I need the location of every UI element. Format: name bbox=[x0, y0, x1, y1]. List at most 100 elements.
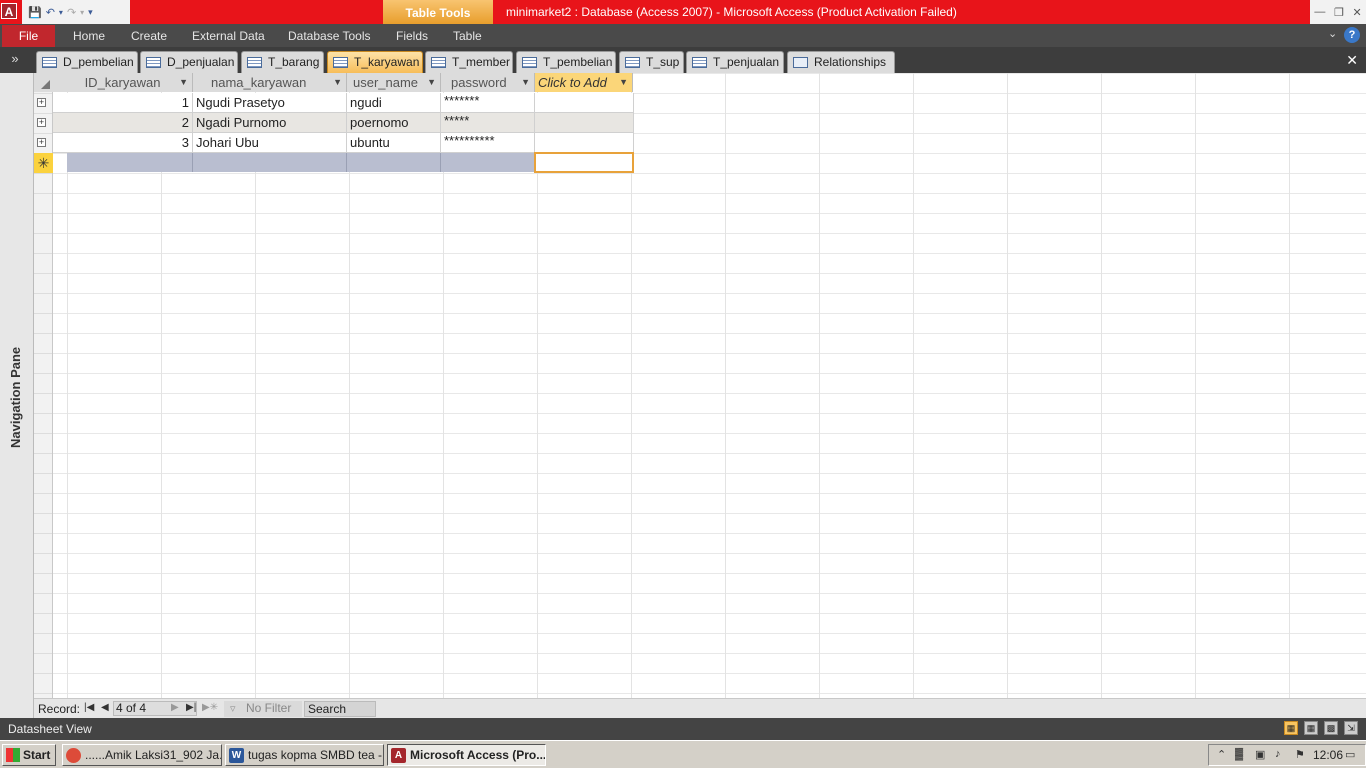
close-icon[interactable]: ✕ bbox=[1352, 6, 1361, 19]
expand-subdatasheet-icon[interactable]: + bbox=[37, 138, 46, 147]
close-object-icon[interactable]: ✕ bbox=[1346, 52, 1358, 69]
cell-nama[interactable]: Ngudi Prasetyo bbox=[193, 93, 347, 113]
undo-icon[interactable]: ↶ bbox=[46, 6, 55, 19]
tab-label: T_pembelian bbox=[543, 55, 613, 69]
customize-qat-icon[interactable]: ▾ bbox=[88, 7, 93, 18]
battery-icon[interactable]: ▣ bbox=[1255, 748, 1265, 761]
cell-id[interactable]: 3 bbox=[53, 133, 193, 153]
window-controls: — ❐ ✕ bbox=[1310, 0, 1366, 24]
tab-d-pembelian[interactable]: D_pembelian bbox=[36, 51, 138, 73]
previous-record-icon[interactable]: ◀ bbox=[101, 702, 109, 713]
dropdown-arrow-icon[interactable]: ▼ bbox=[427, 73, 436, 92]
tab-table[interactable]: Table bbox=[453, 29, 482, 43]
tab-t-sup[interactable]: T_sup bbox=[619, 51, 684, 73]
expand-subdatasheet-icon[interactable]: + bbox=[37, 98, 46, 107]
new-record-cells[interactable] bbox=[67, 153, 534, 172]
tab-t-karyawan[interactable]: T_karyawan bbox=[327, 51, 423, 73]
tab-external-data[interactable]: External Data bbox=[192, 29, 265, 43]
tab-home[interactable]: Home bbox=[73, 29, 105, 43]
redo-dropdown-icon[interactable]: ▾ bbox=[80, 8, 84, 17]
tab-t-barang[interactable]: T_barang bbox=[241, 51, 324, 73]
cell-id[interactable]: 1 bbox=[53, 93, 193, 113]
cell-add[interactable] bbox=[535, 113, 634, 133]
table-row[interactable]: + 1 Ngudi Prasetyo ngudi ******* bbox=[37, 93, 634, 113]
dropdown-arrow-icon[interactable]: ▼ bbox=[333, 73, 342, 92]
volume-icon[interactable]: ♪ bbox=[1275, 748, 1281, 760]
first-record-icon[interactable]: |◀ bbox=[84, 702, 94, 713]
cell-id[interactable]: 2 bbox=[53, 113, 193, 133]
task-label: ......Amik Laksi31_902 Ja... bbox=[85, 748, 222, 762]
cell-user[interactable]: poernomo bbox=[347, 113, 441, 133]
navigation-pane[interactable]: Navigation Pane bbox=[0, 73, 34, 718]
cell-add[interactable] bbox=[535, 93, 634, 113]
current-record-field[interactable]: 4 of 4 bbox=[113, 701, 197, 716]
tab-fields[interactable]: Fields bbox=[396, 29, 428, 43]
nav-pane-toggle-icon[interactable]: » bbox=[4, 51, 26, 69]
column-header-label: nama_karyawan bbox=[211, 75, 307, 90]
start-label: Start bbox=[23, 748, 51, 762]
filter-toggle[interactable]: ▿ No Filter bbox=[224, 701, 302, 717]
datasheet-view-icon[interactable]: ▦ bbox=[1284, 721, 1298, 735]
cell-nama[interactable]: Ngadi Purnomo bbox=[193, 113, 347, 133]
restore-icon[interactable]: ❐ bbox=[1334, 6, 1344, 19]
expand-subdatasheet-icon[interactable]: + bbox=[37, 118, 46, 127]
dropdown-arrow-icon[interactable]: ▼ bbox=[179, 73, 188, 92]
taskbar-item-chrome[interactable]: ......Amik Laksi31_902 Ja... bbox=[62, 744, 222, 766]
help-icon[interactable]: ? bbox=[1344, 27, 1360, 43]
pivotchart-view-icon[interactable]: ▩ bbox=[1324, 721, 1338, 735]
column-header-nama-karyawan[interactable]: nama_karyawan ▼ bbox=[193, 73, 347, 92]
tray-expand-icon[interactable]: ⌃ bbox=[1217, 748, 1226, 761]
redo-icon[interactable]: ↷ bbox=[67, 6, 76, 19]
column-header-password[interactable]: password ▼ bbox=[441, 73, 535, 92]
tab-create[interactable]: Create bbox=[131, 29, 167, 43]
network-icon[interactable]: ▓ bbox=[1235, 748, 1243, 760]
tab-label: T_sup bbox=[646, 55, 680, 69]
cell-password[interactable]: ***** bbox=[441, 113, 535, 133]
active-cell-input[interactable] bbox=[534, 152, 634, 173]
tab-database-tools[interactable]: Database Tools bbox=[288, 29, 371, 43]
pivottable-view-icon[interactable]: ▦ bbox=[1304, 721, 1318, 735]
search-input[interactable]: Search bbox=[304, 701, 376, 717]
new-record-nav-icon[interactable]: ▶✳ bbox=[202, 702, 218, 713]
tab-t-member[interactable]: T_member bbox=[425, 51, 513, 73]
tab-t-penjualan[interactable]: T_penjualan bbox=[686, 51, 784, 73]
design-view-icon[interactable]: ⇲ bbox=[1344, 721, 1358, 735]
select-all-corner[interactable] bbox=[34, 73, 53, 92]
table-row[interactable]: + 3 Johari Ubu ubuntu ********** bbox=[37, 133, 634, 153]
taskbar-item-word[interactable]: Wtugas kopma SMBD tea - ... bbox=[225, 744, 384, 766]
flag-icon[interactable]: ⚑ bbox=[1295, 748, 1305, 761]
cell-nama[interactable]: Johari Ubu bbox=[193, 133, 347, 153]
column-header-user-name[interactable]: user_name ▼ bbox=[347, 73, 441, 92]
table-row[interactable]: + 2 Ngadi Purnomo poernomo ***** bbox=[37, 113, 634, 133]
cell-user[interactable]: ngudi bbox=[347, 93, 441, 113]
access-app-icon[interactable]: A bbox=[1, 3, 17, 19]
dropdown-arrow-icon[interactable]: ▼ bbox=[521, 73, 530, 92]
save-icon[interactable]: 💾 bbox=[28, 6, 42, 19]
taskbar-item-access[interactable]: A Microsoft Access (Pro... bbox=[387, 744, 546, 766]
cell-password[interactable]: ********** bbox=[441, 133, 535, 153]
new-record-row[interactable]: ✳ bbox=[34, 152, 634, 173]
navigation-pane-label: Navigation Pane bbox=[8, 346, 23, 448]
new-record-icon: ✳ bbox=[34, 153, 53, 173]
show-desktop-icon[interactable]: ▭ bbox=[1345, 748, 1355, 761]
tab-relationships[interactable]: Relationships bbox=[787, 51, 895, 73]
tab-d-penjualan[interactable]: D_penjualan bbox=[140, 51, 238, 73]
cell-add[interactable] bbox=[535, 133, 634, 153]
ribbon-minimize-icon[interactable]: ⌄ bbox=[1328, 27, 1337, 40]
column-header-id-karyawan[interactable]: ID_karyawan ▼ bbox=[53, 73, 193, 92]
clock[interactable]: 12:06 bbox=[1313, 748, 1343, 762]
tab-t-pembelian[interactable]: T_pembelian bbox=[516, 51, 616, 73]
tab-label: Relationships bbox=[814, 55, 887, 69]
click-to-add-header[interactable]: Click to Add ▼ bbox=[535, 73, 633, 92]
access-icon: A bbox=[391, 748, 406, 763]
next-record-icon[interactable]: ▶ bbox=[171, 702, 179, 713]
cell-password[interactable]: ******* bbox=[441, 93, 535, 113]
file-tab[interactable]: File bbox=[2, 25, 55, 47]
last-record-icon[interactable]: ▶| bbox=[186, 702, 196, 713]
cell-user[interactable]: ubuntu bbox=[347, 133, 441, 153]
column-header-label: ID_karyawan bbox=[84, 75, 161, 90]
undo-dropdown-icon[interactable]: ▾ bbox=[59, 8, 63, 17]
minimize-icon[interactable]: — bbox=[1314, 6, 1325, 18]
start-button[interactable]: Start bbox=[2, 744, 56, 766]
dropdown-arrow-icon[interactable]: ▼ bbox=[619, 73, 628, 92]
